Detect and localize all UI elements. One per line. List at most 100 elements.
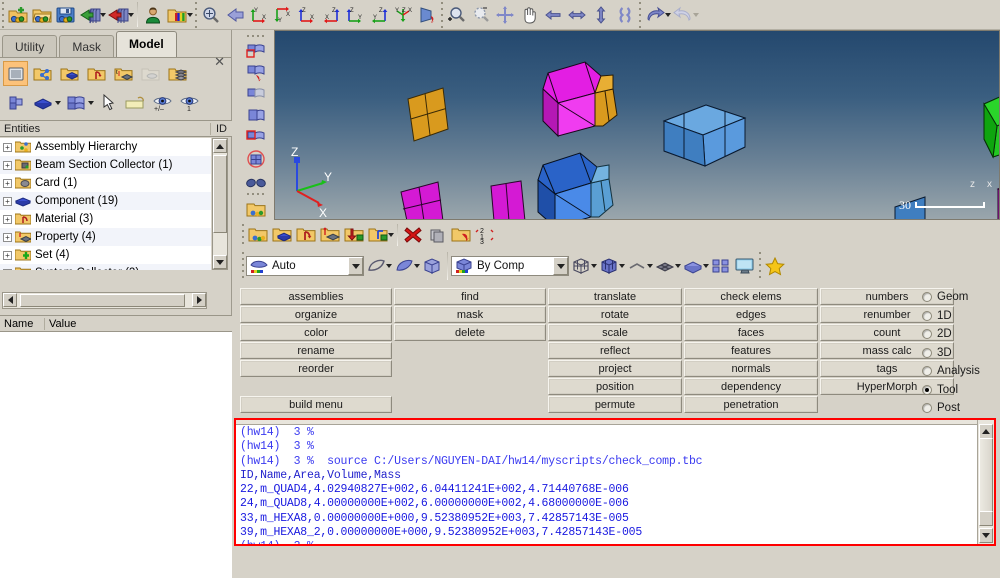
rename-button[interactable]: rename — [240, 342, 392, 359]
monitor-icon[interactable] — [733, 254, 757, 278]
console-scroll-page-button[interactable] — [979, 511, 993, 526]
position-button[interactable]: position — [548, 378, 682, 395]
display-plus-minus-icon[interactable]: +/– — [150, 90, 175, 115]
property-icon[interactable] — [318, 223, 342, 247]
element-combo-dropdown[interactable] — [553, 257, 568, 275]
load-collector-icon[interactable] — [84, 61, 109, 86]
tree-vertical-scrollbar[interactable] — [212, 138, 228, 270]
close-icon[interactable]: ✕ — [214, 54, 225, 70]
color-folder-icon[interactable] — [165, 3, 189, 27]
expander-icon[interactable]: + — [3, 214, 12, 224]
assembly-icon[interactable] — [246, 223, 270, 247]
load-collector-icon[interactable] — [294, 223, 318, 247]
arrow-horizontal-icon[interactable] — [565, 3, 589, 27]
import-icon[interactable] — [78, 3, 102, 27]
radio-2d[interactable]: 2D — [922, 325, 1000, 344]
organize-button[interactable]: organize — [240, 306, 392, 323]
open-model-icon[interactable] — [30, 3, 54, 27]
tree-row-set[interactable]: + Set (4) — [0, 246, 211, 264]
element-color-combo[interactable]: By Comp — [451, 256, 569, 276]
tree-row-card[interactable]: + Card (1) — [0, 174, 211, 192]
assembly-icon[interactable] — [30, 61, 55, 86]
wireframe-mesh-icon[interactable] — [569, 254, 593, 278]
save-model-icon[interactable] — [54, 3, 78, 27]
features-button[interactable]: features — [684, 342, 818, 359]
iso-view-icon[interactable]: Z Y X — [391, 3, 415, 27]
tree-row-beam-section-collector[interactable]: + Beam Section Collector (1) — [0, 156, 211, 174]
find-button[interactable]: find — [394, 288, 546, 305]
console-scroll-up-button[interactable] — [979, 424, 993, 439]
redo-icon[interactable] — [671, 3, 695, 27]
renumber-icon[interactable]: 213 — [473, 223, 497, 247]
hscroll-thumb[interactable] — [20, 294, 185, 307]
check-elems-button[interactable]: check elems — [684, 288, 818, 305]
console-output[interactable]: (hw14) 3 % (hw14) 3 % (hw14) 3 % source … — [236, 420, 976, 544]
wireframe-icon[interactable] — [364, 254, 388, 278]
tree-row-system-collector[interactable]: + System Collector (2) — [0, 264, 211, 270]
project-button[interactable]: project — [548, 360, 682, 377]
fit-window-icon[interactable] — [493, 3, 517, 27]
xy-top-view-icon[interactable]: Y X — [247, 3, 271, 27]
expander-icon[interactable]: + — [3, 142, 12, 152]
tree-row-assembly-hierarchy[interactable]: + Assembly Hierarchy — [0, 138, 211, 156]
tab-utility[interactable]: Utility — [2, 35, 58, 57]
console-scroll-down-button[interactable] — [979, 528, 993, 543]
vtoolbar-grip2[interactable] — [246, 192, 266, 199]
expander-icon[interactable]: + — [3, 268, 12, 270]
expander-icon[interactable]: + — [3, 250, 12, 260]
mesh-edit-icon[interactable] — [244, 41, 268, 62]
penetration-button[interactable]: penetration — [684, 396, 818, 413]
note-icon[interactable] — [123, 90, 148, 115]
vtoolbar-grip[interactable] — [246, 34, 266, 41]
graphics-viewport[interactable]: Z Y X z x 30 — [274, 30, 1000, 220]
mask-button[interactable]: mask — [394, 306, 546, 323]
collector-folder-icon[interactable] — [244, 199, 268, 220]
radio-1d[interactable]: 1D — [922, 307, 1000, 326]
rotate-button[interactable]: rotate — [548, 306, 682, 323]
zoom-out-icon[interactable] — [469, 3, 493, 27]
reorder-button[interactable]: reorder — [240, 360, 392, 377]
folder-move-icon[interactable] — [449, 223, 473, 247]
reflect-view-icon[interactable] — [415, 3, 439, 27]
favorites-star-icon[interactable] — [763, 254, 787, 278]
component-icon[interactable] — [57, 61, 82, 86]
stack-icon[interactable] — [165, 61, 190, 86]
pan-icon[interactable] — [517, 3, 541, 27]
radio-analysis[interactable]: Analysis — [922, 362, 1000, 381]
name-value-body[interactable] — [0, 332, 232, 578]
expander-icon[interactable]: + — [3, 160, 12, 170]
import-collector-icon[interactable] — [342, 223, 366, 247]
radio-3d[interactable]: 3D — [922, 344, 1000, 363]
dependency-button[interactable]: dependency — [684, 378, 818, 395]
mesh-select-icon[interactable] — [244, 128, 268, 149]
window-layout-icon[interactable] — [709, 254, 733, 278]
system-collector-icon[interactable] — [366, 223, 390, 247]
build-menu-button[interactable]: build menu — [240, 396, 392, 413]
model-browser-icon[interactable] — [3, 61, 28, 86]
thickness-icon[interactable]: t — [111, 61, 136, 86]
elements-icon[interactable] — [3, 90, 28, 115]
back-view-icon[interactable] — [223, 3, 247, 27]
scroll-up-button[interactable] — [213, 139, 227, 153]
new-session-icon[interactable] — [6, 3, 30, 27]
entity-tree[interactable]: + Assembly Hierarchy + Beam Section Coll… — [0, 138, 211, 270]
translate-button[interactable]: translate — [548, 288, 682, 305]
delete-icon[interactable] — [401, 223, 425, 247]
permute-button[interactable]: permute — [548, 396, 682, 413]
scroll-left-button[interactable] — [3, 293, 17, 307]
normals-button[interactable]: normals — [684, 360, 818, 377]
command-console[interactable]: (hw14) 3 % (hw14) 3 % (hw14) 3 % source … — [234, 418, 996, 546]
edges-button[interactable]: edges — [684, 306, 818, 323]
tab-mask[interactable]: Mask — [59, 35, 115, 57]
arrow-vertical-icon[interactable] — [589, 3, 613, 27]
shaded-solid-icon[interactable] — [420, 254, 444, 278]
delete-button[interactable]: delete — [394, 324, 546, 341]
arrow-left-icon[interactable] — [541, 3, 565, 27]
mesh-dropdown-caret[interactable] — [88, 100, 94, 105]
geometry-combo-dropdown[interactable] — [348, 257, 363, 275]
tree-row-material[interactable]: + Material (3) — [0, 210, 211, 228]
undo-icon[interactable] — [643, 3, 667, 27]
zx-view-icon[interactable]: Z X — [295, 3, 319, 27]
console-scrollbar[interactable] — [977, 420, 994, 544]
binoculars-icon[interactable] — [244, 171, 268, 192]
